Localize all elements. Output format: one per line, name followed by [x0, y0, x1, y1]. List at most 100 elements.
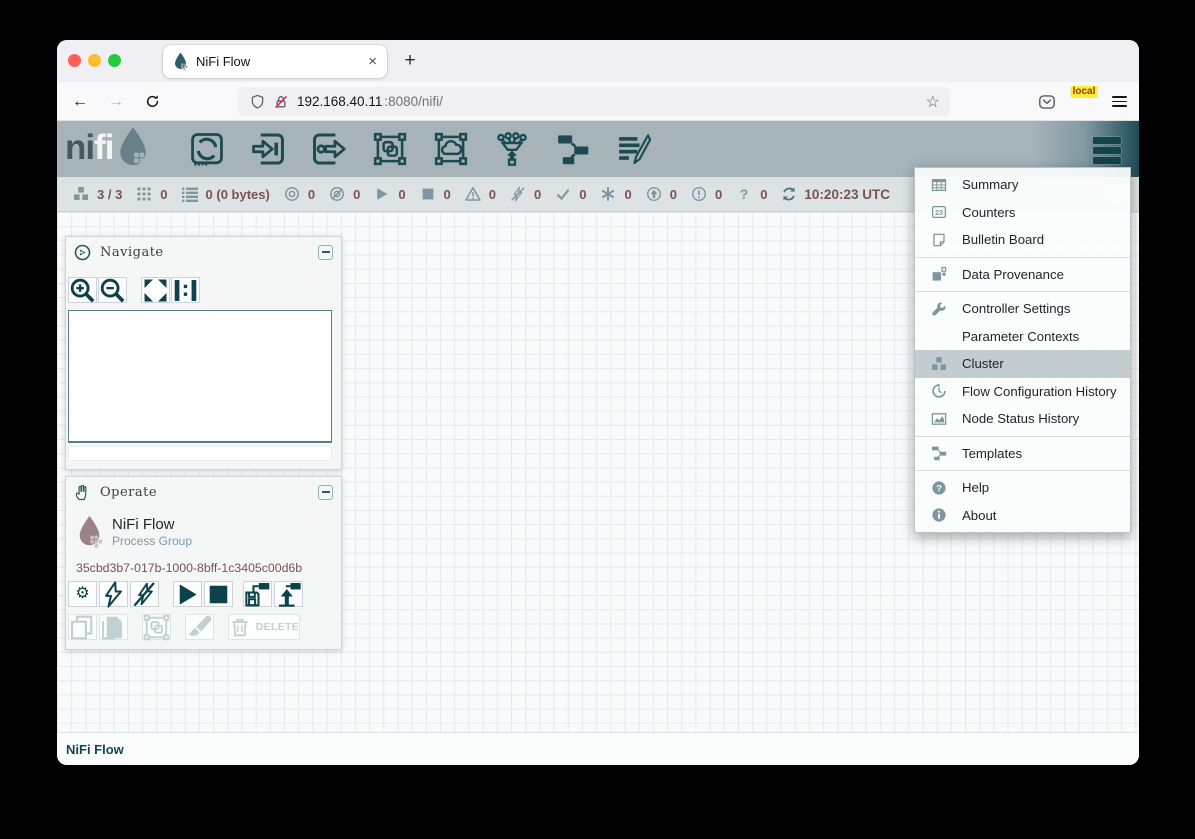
status-cluster-nodes: 3 / 3: [73, 186, 122, 202]
breadcrumb-bar: NiFi Flow: [57, 732, 1139, 765]
running-icon: [374, 186, 390, 202]
brush-icon: [186, 614, 213, 641]
operate-title: Operate: [100, 485, 309, 500]
process-group-icon: [373, 132, 407, 166]
upload-template-icon: [275, 581, 302, 608]
output-port-icon: [312, 132, 346, 166]
pocket-icon[interactable]: [1038, 93, 1056, 111]
processor-toolbar-button[interactable]: [190, 132, 224, 166]
controller-settings-icon: [931, 301, 949, 317]
remote-process-group-toolbar-button[interactable]: [434, 132, 468, 166]
browser-navbar: ← → 192.168.40.11 :8080/nifi/ ☆: [57, 82, 1139, 121]
copy-icon: [69, 614, 96, 641]
tab-close-icon[interactable]: ×: [368, 54, 377, 69]
upload-template-button[interactable]: [274, 581, 303, 607]
new-tab-button[interactable]: +: [397, 48, 423, 74]
flow-name: NiFi Flow: [112, 515, 192, 534]
menu-item-bulletin-board[interactable]: Bulletin Board: [915, 226, 1130, 254]
birdseye-strip: [68, 446, 332, 461]
input-port-toolbar-button[interactable]: [251, 132, 285, 166]
funnel-toolbar-button[interactable]: [495, 132, 529, 166]
navigate-panel: Navigate: [65, 236, 342, 470]
insecure-lock-icon[interactable]: [273, 94, 289, 110]
url-bar[interactable]: 192.168.40.11 :8080/nifi/ ☆: [238, 87, 950, 116]
menu-item-cluster[interactable]: Cluster: [915, 350, 1130, 378]
zoom-window-button[interactable]: [108, 54, 121, 67]
status-up-to-date: 0: [555, 186, 586, 202]
zoom-out-button[interactable]: [98, 277, 127, 303]
menu-item-help[interactable]: ?Help: [915, 474, 1130, 502]
flow-config-history-icon: [931, 383, 949, 399]
forward-button: →: [101, 82, 131, 121]
output-port-toolbar-button[interactable]: [312, 132, 346, 166]
stop-button[interactable]: [204, 581, 233, 607]
transmitting-icon: [284, 186, 300, 202]
enable-button[interactable]: [99, 581, 128, 607]
stale-icon: [646, 186, 662, 202]
process-group-toolbar-button[interactable]: [373, 132, 407, 166]
menu-item-counters[interactable]: 23Counters: [915, 199, 1130, 227]
menu-group: Templates: [915, 436, 1130, 471]
delete-button: DELETE: [228, 614, 300, 640]
zoom-actual-button[interactable]: [171, 277, 200, 303]
menu-group: ?HelpAbout: [915, 470, 1130, 532]
menu-item-node-status-history[interactable]: Node Status History: [915, 405, 1130, 433]
menu-item-templates[interactable]: Templates: [915, 440, 1130, 468]
close-window-button[interactable]: [68, 54, 81, 67]
menu-item-parameter-contexts[interactable]: Parameter Contexts: [915, 323, 1130, 351]
menu-item-data-provenance[interactable]: Data Provenance: [915, 261, 1130, 289]
queued-icon: [182, 186, 198, 202]
menu-item-summary[interactable]: Summary: [915, 171, 1130, 199]
global-menu-button[interactable]: [1093, 137, 1121, 167]
bookmark-star-icon[interactable]: ☆: [926, 92, 940, 112]
breadcrumb[interactable]: NiFi Flow: [66, 742, 124, 757]
zoom-fit-button[interactable]: [141, 277, 170, 303]
template-icon: [556, 132, 590, 166]
configuration-button[interactable]: ⚙: [68, 581, 97, 607]
operate-actions-row1: ⚙: [68, 581, 305, 607]
trash-icon: [229, 616, 251, 638]
firefox-menu-button[interactable]: [1112, 94, 1127, 110]
status-total-queued: 0 (0 bytes): [182, 186, 270, 202]
flow-type: Process Group: [112, 534, 192, 548]
url-host: 192.168.40.11: [297, 94, 382, 109]
last-refresh[interactable]: 10:20:23 UTC: [781, 186, 890, 202]
cluster-icon: [931, 356, 949, 372]
menu-item-flow-configuration-history[interactable]: Flow Configuration History: [915, 378, 1130, 406]
browser-toolbar-right: local: [1038, 82, 1127, 121]
back-button[interactable]: ←: [65, 82, 95, 121]
up-to-date-icon: [555, 186, 571, 202]
birdseye-view[interactable]: [68, 310, 332, 443]
start-button[interactable]: [173, 581, 202, 607]
template-toolbar-button[interactable]: [556, 132, 590, 166]
minimize-window-button[interactable]: [88, 54, 101, 67]
reload-button[interactable]: [137, 82, 167, 121]
profile-badge: local: [1071, 86, 1098, 98]
zoom-in-button[interactable]: [68, 277, 97, 303]
profile-avatar[interactable]: local: [1072, 90, 1096, 114]
invalid-icon: [465, 186, 481, 202]
nifi-drop-icon: [116, 126, 150, 170]
data-provenance-icon: [931, 266, 949, 282]
copy-button: [68, 614, 97, 640]
disable-button[interactable]: [130, 581, 159, 607]
status-stale: 0: [646, 186, 677, 202]
cluster-icon: [73, 186, 89, 202]
logo-text-fi: fi: [94, 128, 113, 168]
label-toolbar-button[interactable]: [617, 132, 651, 166]
browser-tab[interactable]: NiFi Flow ×: [163, 45, 387, 78]
template-menu-icon: [931, 445, 949, 461]
hand-icon: [74, 484, 91, 501]
refresh-icon[interactable]: [781, 186, 797, 202]
menu-group: Controller SettingsParameter ContextsClu…: [915, 291, 1130, 436]
navigate-collapse-button[interactable]: [318, 245, 333, 260]
menu-item-controller-settings[interactable]: Controller Settings: [915, 295, 1130, 323]
menu-item-about[interactable]: About: [915, 502, 1130, 530]
save-template-button[interactable]: [243, 581, 272, 607]
svg-text:23: 23: [935, 210, 943, 217]
node-status-history-icon: [931, 411, 949, 427]
operate-collapse-button[interactable]: [318, 485, 333, 500]
not-transmitting-icon: [329, 186, 345, 202]
shield-icon[interactable]: [250, 94, 265, 110]
navigate-header: Navigate: [66, 237, 341, 267]
